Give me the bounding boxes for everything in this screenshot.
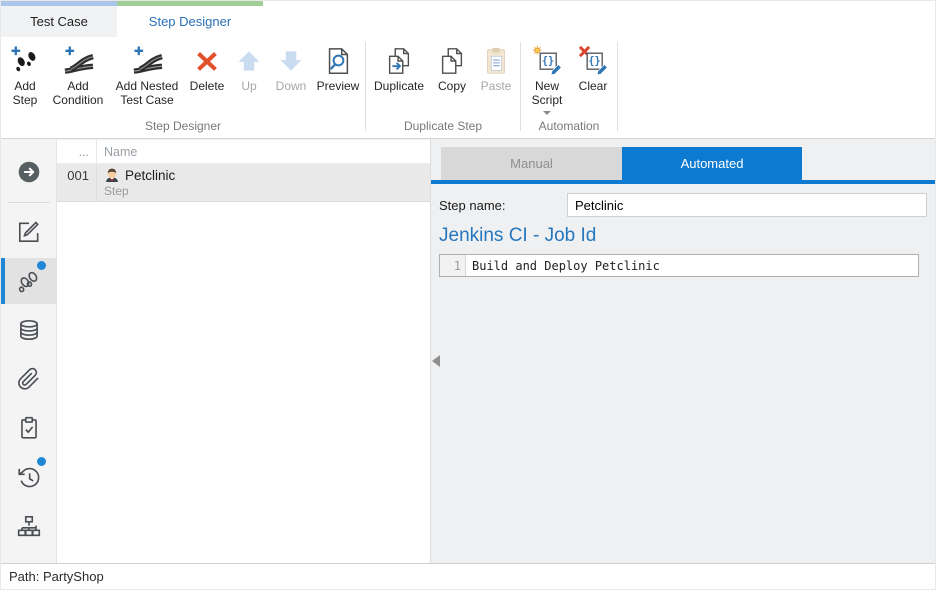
script-editor[interactable]: 1 Build and Deploy Petclinic bbox=[439, 254, 919, 277]
delete-x-icon bbox=[192, 42, 222, 79]
status-bar: Path: PartyShop bbox=[1, 563, 935, 589]
ribbon-group-step-designer: Add Step Add Condition bbox=[3, 37, 363, 138]
ribbon-separator bbox=[617, 42, 618, 131]
step-list-row[interactable]: 001 Petclinic bbox=[57, 164, 430, 202]
collapse-panel-arrow-icon[interactable] bbox=[432, 355, 440, 367]
history-clock-icon bbox=[16, 464, 42, 490]
app-window: Test Case Step Designer bbox=[0, 0, 936, 590]
column-header-name[interactable]: Name bbox=[97, 142, 430, 162]
checklist-clipboard-icon bbox=[16, 415, 42, 441]
step-list-header: ... Name bbox=[57, 139, 430, 164]
step-detail-panel: Manual Automated Step name: Jenkins CI -… bbox=[431, 139, 935, 563]
step-type-label: Step bbox=[104, 184, 430, 198]
sidebar-item-navigate[interactable] bbox=[1, 149, 57, 195]
copy-button[interactable]: Copy bbox=[430, 42, 474, 119]
add-nested-test-case-button[interactable]: Add Nested Test Case bbox=[109, 42, 185, 119]
step-number: 001 bbox=[57, 164, 97, 201]
add-step-footprints-icon bbox=[10, 42, 41, 79]
sidebar-item-checklist[interactable] bbox=[1, 405, 57, 451]
paste-button: Paste bbox=[474, 42, 518, 119]
preview-button[interactable]: Preview bbox=[313, 42, 363, 119]
notification-dot bbox=[37, 261, 46, 270]
document-tab-bar: Test Case Step Designer bbox=[1, 1, 935, 37]
tab-automated[interactable]: Automated bbox=[622, 147, 802, 180]
clear-script-button[interactable]: {} Clear bbox=[571, 42, 615, 119]
column-header-number[interactable]: ... bbox=[57, 140, 97, 163]
ribbon-group-label: Step Designer bbox=[3, 119, 363, 138]
sidebar bbox=[1, 139, 57, 563]
database-icon bbox=[16, 317, 42, 343]
add-condition-button[interactable]: Add Condition bbox=[47, 42, 109, 119]
sidebar-item-hierarchy[interactable] bbox=[1, 503, 57, 549]
sidebar-item-history[interactable] bbox=[1, 454, 57, 500]
jenkins-butler-icon bbox=[104, 167, 120, 183]
duplicate-button[interactable]: Duplicate bbox=[368, 42, 430, 119]
copy-documents-icon bbox=[437, 42, 467, 79]
hierarchy-sitemap-icon bbox=[16, 513, 42, 539]
tab-label: Test Case bbox=[1, 6, 117, 37]
new-script-button[interactable]: {} New Script bbox=[523, 42, 571, 119]
paste-clipboard-icon bbox=[481, 42, 511, 79]
ribbon-group-label: Automation bbox=[523, 119, 615, 138]
duplicate-documents-icon bbox=[384, 42, 414, 79]
step-name-input[interactable] bbox=[567, 193, 927, 217]
notification-dot bbox=[37, 457, 46, 466]
new-script-icon: {} bbox=[532, 42, 563, 79]
sidebar-item-edit[interactable] bbox=[1, 209, 57, 255]
path-label: Path: PartyShop bbox=[9, 569, 104, 584]
tab-label: Step Designer bbox=[117, 6, 263, 37]
attachment-paperclip-icon bbox=[16, 366, 42, 392]
up-button: Up bbox=[229, 42, 269, 119]
step-list-panel: ... Name 001 bbox=[57, 139, 431, 563]
arrow-up-icon bbox=[235, 42, 263, 79]
section-heading: Jenkins CI - Job Id bbox=[439, 225, 927, 247]
ribbon: Add Step Add Condition bbox=[1, 37, 935, 139]
sidebar-item-steps[interactable] bbox=[1, 258, 57, 304]
line-number: 1 bbox=[440, 255, 466, 276]
new-script-dropdown-caret[interactable] bbox=[543, 111, 551, 115]
navigate-arrow-circle-icon bbox=[16, 159, 42, 185]
add-condition-junction-icon bbox=[63, 42, 94, 79]
add-nested-test-case-junction-icon bbox=[132, 42, 163, 79]
sidebar-item-data[interactable] bbox=[1, 307, 57, 353]
sidebar-divider bbox=[8, 202, 50, 203]
down-button: Down bbox=[269, 42, 313, 119]
add-step-button[interactable]: Add Step bbox=[3, 42, 47, 119]
svg-text:{}: {} bbox=[541, 56, 553, 67]
svg-text:{}: {} bbox=[588, 56, 600, 67]
ribbon-group-label: Duplicate Step bbox=[368, 119, 518, 138]
ribbon-group-automation: {} New Script {} bbox=[523, 37, 615, 138]
arrow-down-icon bbox=[277, 42, 305, 79]
code-line[interactable]: Build and Deploy Petclinic bbox=[466, 255, 660, 276]
edit-pencil-icon bbox=[16, 219, 42, 245]
tab-test-case[interactable]: Test Case bbox=[1, 1, 117, 37]
ribbon-separator bbox=[520, 42, 521, 131]
clear-script-icon: {} bbox=[578, 42, 609, 79]
ribbon-group-duplicate-step: Duplicate Copy bbox=[368, 37, 518, 138]
sidebar-item-attachments[interactable] bbox=[1, 356, 57, 402]
delete-button[interactable]: Delete bbox=[185, 42, 229, 119]
tab-step-designer[interactable]: Step Designer bbox=[117, 1, 263, 37]
ribbon-separator bbox=[365, 42, 366, 131]
preview-document-magnifier-icon bbox=[323, 42, 353, 79]
tab-manual[interactable]: Manual bbox=[441, 147, 622, 180]
main-area: ... Name 001 bbox=[1, 139, 935, 563]
step-name-label: Step name: bbox=[439, 198, 567, 213]
detail-tab-bar: Manual Automated bbox=[441, 147, 935, 180]
steps-footprints-icon bbox=[15, 268, 42, 295]
step-name: Petclinic bbox=[125, 168, 175, 183]
